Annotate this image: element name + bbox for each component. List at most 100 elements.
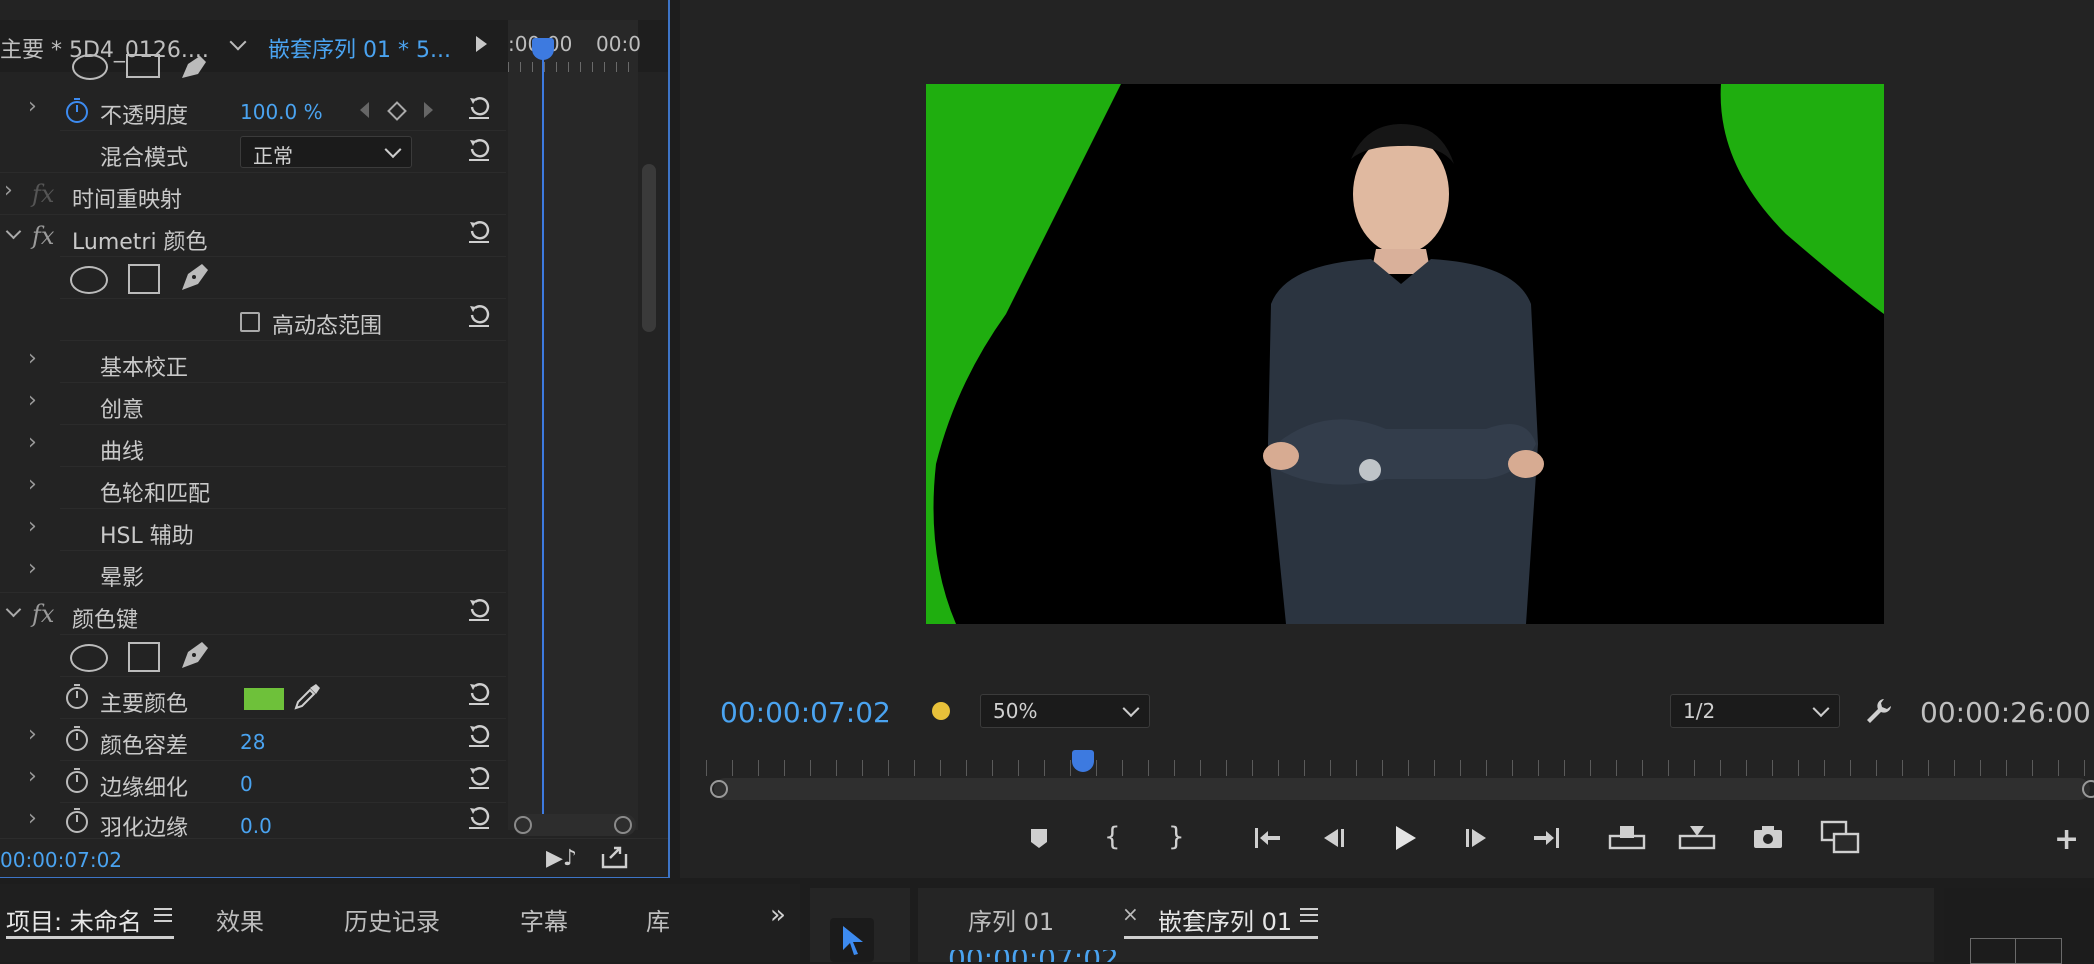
lumetri-section-color-wheels[interactable]: 色轮和匹配: [100, 476, 210, 508]
monitor-playhead[interactable]: [1072, 750, 1094, 772]
rectangle-mask-icon[interactable]: [128, 264, 160, 294]
zoom-handle-left[interactable]: [710, 780, 728, 798]
export-icon[interactable]: [600, 844, 630, 870]
expand-chevron-icon[interactable]: ›: [28, 388, 37, 413]
expand-chevron-icon[interactable]: ›: [28, 94, 37, 119]
panel-menu-icon[interactable]: [154, 906, 174, 924]
ellipse-mask-icon[interactable]: [72, 54, 108, 80]
stopwatch-icon[interactable]: [64, 766, 90, 794]
mark-out-icon[interactable]: }: [1168, 822, 1185, 852]
edge-thin-value[interactable]: 0: [240, 772, 253, 796]
camera-icon[interactable]: [1752, 824, 1784, 850]
ellipse-mask-icon[interactable]: [70, 644, 108, 672]
expand-chevron-icon[interactable]: ›: [28, 514, 37, 539]
scroll-handle-left[interactable]: [514, 816, 532, 834]
timeline-timecode[interactable]: 00:00:07:02: [948, 950, 1119, 962]
tab-sequence-01[interactable]: 序列 01: [968, 902, 1054, 937]
scroll-handle-right[interactable]: [614, 816, 632, 834]
playhead-line[interactable]: [542, 56, 544, 814]
expand-chevron-icon[interactable]: ›: [28, 806, 37, 831]
pen-mask-icon[interactable]: [178, 54, 210, 80]
stopwatch-icon[interactable]: [64, 682, 90, 710]
play-icon[interactable]: [1392, 824, 1418, 852]
prev-keyframe-icon[interactable]: [360, 102, 369, 118]
key-color-swatch[interactable]: [244, 688, 284, 710]
step-forward-icon[interactable]: [1462, 826, 1490, 850]
reset-icon[interactable]: [466, 302, 492, 328]
stopwatch-icon[interactable]: [64, 96, 90, 124]
go-to-in-icon[interactable]: [1252, 826, 1284, 850]
tab-nested-sequence-01[interactable]: 嵌套序列 01: [1158, 902, 1292, 937]
zoom-handle-right[interactable]: [2082, 780, 2094, 798]
ellipse-mask-icon[interactable]: [70, 266, 108, 294]
tab-effects[interactable]: 效果: [216, 902, 264, 937]
selection-arrow-icon[interactable]: [840, 924, 866, 956]
add-keyframe-icon[interactable]: [387, 101, 407, 121]
tab-captions[interactable]: 字幕: [520, 902, 568, 937]
step-back-icon[interactable]: [1320, 826, 1348, 850]
eyedropper-icon[interactable]: [292, 682, 322, 712]
resolution-dropdown[interactable]: 1/2: [1670, 694, 1840, 728]
monitor-time-ruler[interactable]: [706, 760, 2094, 776]
play-only-clip-icon[interactable]: [476, 36, 487, 52]
vertical-scrollbar[interactable]: [642, 164, 656, 332]
pen-mask-icon[interactable]: [178, 260, 212, 294]
reset-icon[interactable]: [466, 596, 492, 622]
expand-chevron-icon[interactable]: ›: [28, 556, 37, 581]
reset-icon[interactable]: [466, 722, 492, 748]
comparison-view-icon[interactable]: [1820, 820, 1860, 854]
fx-icon[interactable]: fx: [32, 180, 54, 208]
fx-icon[interactable]: fx: [32, 222, 54, 250]
reset-icon[interactable]: [466, 764, 492, 790]
expand-chevron-icon[interactable]: ›: [28, 764, 37, 789]
fx-icon[interactable]: fx: [32, 600, 54, 628]
wrench-icon[interactable]: [1864, 696, 1894, 726]
lumetri-section-vignette[interactable]: 晕影: [100, 560, 144, 592]
rectangle-mask-icon[interactable]: [128, 642, 160, 672]
more-tabs-icon[interactable]: »: [770, 900, 786, 930]
mark-in-icon[interactable]: {: [1104, 822, 1121, 852]
collapse-chevron-icon[interactable]: [5, 601, 22, 618]
tab-libraries[interactable]: 库: [646, 902, 670, 937]
stopwatch-icon[interactable]: [64, 806, 90, 834]
next-keyframe-icon[interactable]: [424, 102, 433, 118]
reset-icon[interactable]: [466, 804, 492, 830]
program-timecode[interactable]: 00:00:07:02: [720, 696, 891, 729]
expand-chevron-icon[interactable]: ›: [4, 178, 13, 203]
hdr-checkbox[interactable]: [240, 312, 260, 332]
tab-project[interactable]: 项目: 未命名: [6, 902, 142, 937]
expand-chevron-icon[interactable]: ›: [28, 722, 37, 747]
expand-chevron-icon[interactable]: ›: [28, 430, 37, 455]
lumetri-section-creative[interactable]: 创意: [100, 392, 144, 424]
zoom-dropdown[interactable]: 50%: [980, 694, 1150, 728]
reset-icon[interactable]: [466, 680, 492, 706]
audio-playback-icon[interactable]: ▶♪: [546, 846, 577, 871]
reset-icon[interactable]: [466, 94, 492, 120]
rectangle-mask-icon[interactable]: [126, 54, 160, 78]
effect-controls-timecode[interactable]: 00:00:07:02: [0, 848, 122, 872]
close-icon[interactable]: ×: [1122, 902, 1139, 926]
blend-mode-dropdown[interactable]: 正常: [240, 136, 412, 168]
extract-icon[interactable]: [1678, 822, 1716, 852]
lumetri-section-curves[interactable]: 曲线: [100, 434, 144, 466]
expand-chevron-icon[interactable]: ›: [28, 346, 37, 371]
collapse-chevron-icon[interactable]: [5, 223, 22, 240]
reset-icon[interactable]: [466, 136, 492, 162]
feather-value[interactable]: 0.0: [240, 814, 272, 838]
zoom-scrollbar[interactable]: [714, 778, 2090, 800]
stopwatch-icon[interactable]: [64, 724, 90, 752]
expand-chevron-icon[interactable]: ›: [28, 472, 37, 497]
tolerance-value[interactable]: 28: [240, 730, 265, 754]
opacity-value[interactable]: 100.0 %: [240, 100, 323, 124]
reset-icon[interactable]: [466, 218, 492, 244]
add-marker-icon[interactable]: [1028, 826, 1050, 850]
go-to-out-icon[interactable]: [1530, 826, 1562, 850]
add-button-icon[interactable]: +: [2054, 822, 2079, 857]
sequence-clip-label[interactable]: 嵌套序列 01 * 5...: [268, 32, 451, 64]
pen-mask-icon[interactable]: [178, 638, 212, 672]
lift-icon[interactable]: [1608, 822, 1646, 852]
lumetri-section-hsl[interactable]: HSL 辅助: [100, 518, 194, 550]
lumetri-section-basic[interactable]: 基本校正: [100, 350, 188, 382]
panel-menu-icon[interactable]: [1300, 906, 1320, 924]
tab-history[interactable]: 历史记录: [344, 902, 440, 937]
